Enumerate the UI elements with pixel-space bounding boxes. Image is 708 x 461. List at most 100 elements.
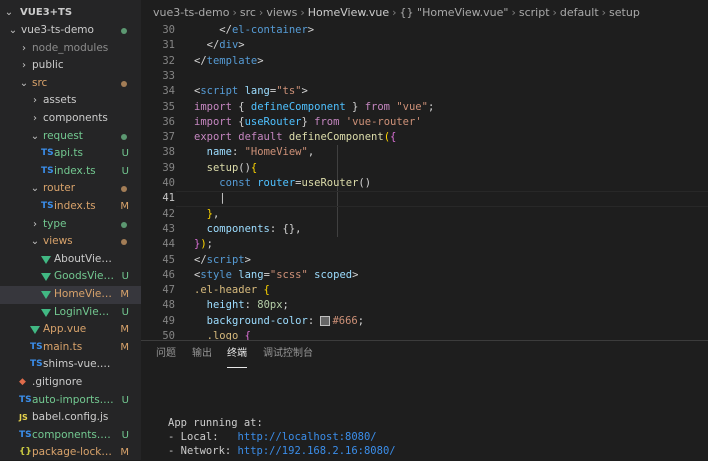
code-line[interactable]: 46 <style lang="scss" scoped> (141, 268, 708, 283)
terminal-local-url[interactable]: http://localhost:8080/ (238, 431, 377, 443)
code-line[interactable]: 41 | (141, 191, 708, 206)
code-line[interactable]: 38 name: "HomeView", (141, 145, 708, 160)
line-number: 48 (162, 299, 175, 312)
code-text: export default defineComponent({ (194, 131, 397, 144)
tree-item-label: .gitignore (32, 376, 83, 388)
code-text: }, (206, 207, 220, 220)
tab-problems[interactable]: 问题 (156, 347, 176, 367)
code-text: height: 80px; (206, 299, 289, 312)
code-editor[interactable]: vue3-ts-demo › src › views › HomeView.vue ›{} "… (141, 0, 708, 340)
code-text: setup(){ (206, 161, 258, 174)
code-line[interactable]: 31 </div> (141, 38, 708, 53)
line-number: 30 (162, 24, 175, 36)
chevron-right-icon: › (300, 6, 305, 19)
line-number: 50 (162, 330, 175, 340)
code-text: const router=useRouter() (219, 177, 372, 189)
git-status-badge: U (121, 394, 129, 406)
tree-item[interactable]: TS index.ts M (0, 198, 141, 216)
tab-output[interactable]: 输出 (192, 347, 212, 367)
tree-item[interactable]: TS api.ts U (0, 145, 141, 163)
tab-debug-console[interactable]: 调试控制台 (263, 347, 313, 367)
explorer-sidebar: ⌄ VUE3+TS ⌄ vue3-ts-demo › node_modules › pub… (0, 0, 141, 460)
breadcrumb-item[interactable]: src (240, 6, 256, 19)
breadcrumb-item[interactable]: {} "HomeView.vue" (400, 6, 509, 19)
tree-item[interactable]: ⌄ vue3-ts-demo (0, 22, 141, 40)
code-line[interactable]: 45 </script> (141, 253, 708, 268)
tree-item-label: api.ts (54, 147, 83, 160)
tree-item[interactable]: ⌄ router (0, 180, 141, 198)
code-line[interactable]: 50 .logo { (141, 329, 708, 340)
tree-item-label: App.vue (43, 323, 87, 336)
explorer-root-header[interactable]: ⌄ VUE3+TS (0, 4, 141, 22)
tree-item[interactable]: {}package-lock.json M (0, 444, 141, 460)
code-line[interactable]: 47 .el-header { (141, 283, 708, 298)
tree-item[interactable]: ◆ .gitignore (0, 374, 141, 392)
code-line[interactable]: 30 </el-container> (141, 23, 708, 38)
tree-item-label: node_modules (32, 41, 109, 54)
tree-item[interactable]: ⌄ views (0, 233, 141, 251)
modified-dot-icon (121, 133, 127, 140)
code-line[interactable]: 43 components: {}, (141, 222, 708, 237)
tree-item-label: components.d.ts (32, 428, 114, 441)
code-line[interactable]: 39 setup(){ (141, 161, 708, 176)
code-line[interactable]: 48 height: 80px; (141, 298, 708, 313)
tree-item[interactable]: AboutView.vue (0, 251, 141, 269)
line-number: 36 (162, 115, 175, 128)
tree-item[interactable]: TS components.d.ts U (0, 427, 141, 445)
tree-item[interactable]: LoginView.vue U (0, 304, 141, 322)
tree-item[interactable]: App.vue M (0, 321, 141, 339)
chevron-right-icon: › (22, 42, 26, 54)
tree-item[interactable]: TS auto-imports.d.ts U (0, 392, 141, 410)
breadcrumb-item[interactable]: vue3-ts-demo (153, 6, 229, 19)
chevron-right-icon: › (22, 60, 26, 72)
line-number: 35 (162, 100, 175, 113)
breadcrumb-item[interactable]: script (519, 6, 550, 19)
code-line[interactable]: 35 import { defineComponent } from "vue"; (141, 100, 708, 115)
color-swatch-icon[interactable] (320, 315, 331, 326)
breadcrumb-item[interactable]: HomeView.vue (308, 6, 389, 19)
code-line[interactable]: 49 background-color: #666; (141, 314, 708, 329)
tree-item-label: components (43, 112, 108, 124)
code-line[interactable]: 32 </template> (141, 54, 708, 69)
code-line[interactable]: 37 export default defineComponent({ (141, 130, 708, 145)
chevron-down-icon: ⌄ (19, 77, 29, 89)
tree-item[interactable]: JS babel.config.js (0, 409, 141, 427)
vue-file-icon (41, 308, 51, 317)
code-line[interactable]: 36 import {useRouter} from 'vue-router' (141, 115, 708, 130)
tree-item[interactable]: › assets (0, 92, 141, 110)
code-line[interactable]: 34 <script lang="ts"> (141, 84, 708, 99)
tree-item[interactable]: ⌄ src (0, 75, 141, 93)
line-number: 40 (162, 177, 175, 189)
code-line[interactable]: 44}); (141, 237, 708, 252)
chevron-right-icon: › (392, 6, 397, 19)
vue-file-icon (41, 255, 51, 264)
tree-item-label: assets (43, 94, 77, 107)
tree-item[interactable]: TS main.ts M (0, 339, 141, 357)
line-number: 32 (162, 54, 175, 67)
tree-item[interactable]: ⌄ request (0, 128, 141, 146)
chevron-down-icon: ⌄ (30, 130, 40, 142)
tree-item[interactable]: › type (0, 216, 141, 234)
code-line[interactable]: 33 (141, 69, 708, 84)
tree-item[interactable]: › components (0, 110, 141, 128)
code-line[interactable]: 42 }, (141, 207, 708, 222)
breadcrumb-item[interactable]: setup (609, 6, 640, 19)
tree-item[interactable]: › node_modules (0, 40, 141, 58)
chevron-down-icon: ⌄ (30, 236, 40, 248)
tree-item[interactable]: TS shims-vue.d.ts (0, 356, 141, 374)
breadcrumb-item[interactable]: views (266, 6, 297, 19)
javascript-file-icon: JS (19, 413, 28, 423)
tree-item[interactable]: HomeView.vue M (0, 286, 141, 304)
tree-item[interactable]: GoodsView.vue U (0, 268, 141, 286)
tree-item[interactable]: › public (0, 57, 141, 75)
code-text: </el-container> (194, 24, 315, 36)
tree-item[interactable]: TS index.ts U (0, 163, 141, 181)
code-text: import {useRouter} from 'vue-router' (194, 115, 422, 128)
code-text: | (194, 192, 226, 205)
code-line[interactable]: 40 const router=useRouter() (141, 176, 708, 191)
line-number: 34 (162, 85, 175, 98)
line-number: 31 (162, 39, 175, 52)
breadcrumb-item[interactable]: default (560, 6, 599, 19)
tab-terminal[interactable]: 终端 (227, 347, 247, 368)
terminal-network-url[interactable]: http://192.168.2.16:8080/ (238, 445, 396, 457)
